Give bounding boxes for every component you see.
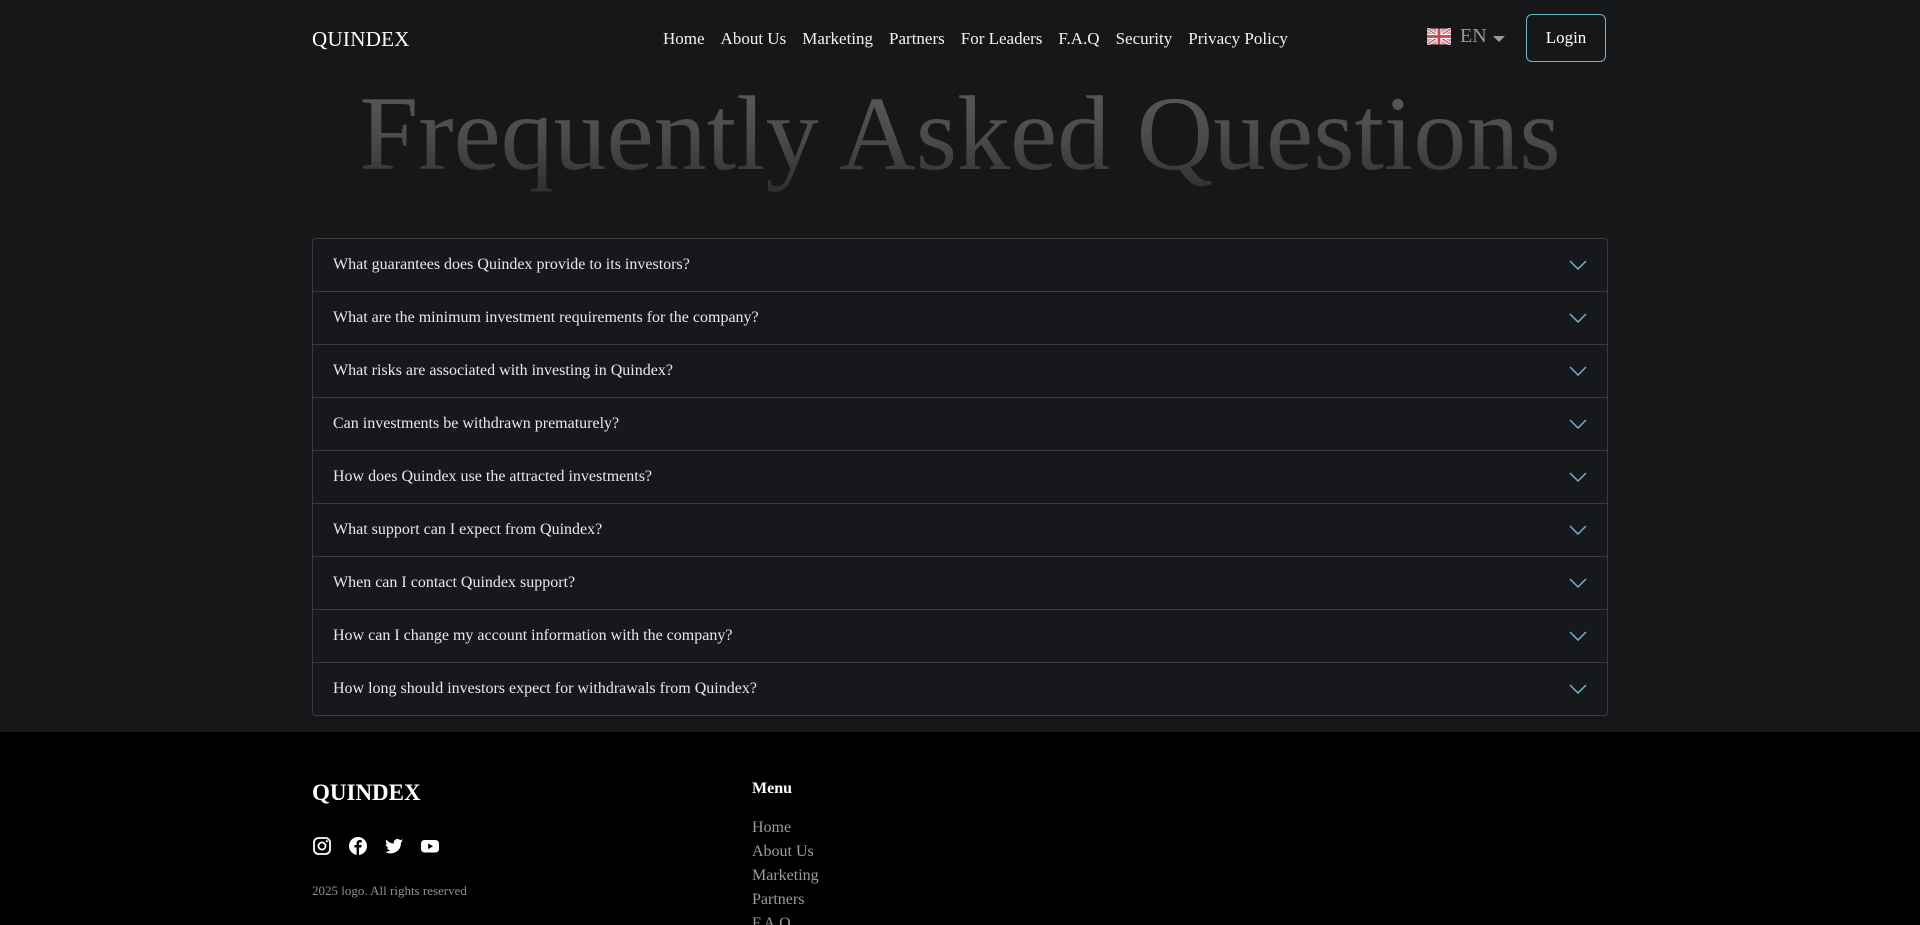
chevron-down-icon: [1569, 684, 1587, 694]
footer-menu-title: Menu: [752, 780, 792, 797]
faq-question: When can I contact Quindex support?: [333, 574, 576, 591]
chevron-down-icon: [1569, 260, 1587, 270]
faq-accordion: What guarantees does Quindex provide to …: [312, 238, 1608, 716]
nav-faq[interactable]: F.A.Q: [1058, 29, 1099, 49]
faq-item[interactable]: How can I change my account information …: [313, 610, 1607, 663]
copyright-text: 2025 logo. All rights reserved: [312, 883, 467, 898]
site-header: QUINDEX Home About Us Marketing Partners…: [0, 0, 1920, 78]
chevron-down-icon: [1569, 631, 1587, 641]
faq-item[interactable]: How long should investors expect for wit…: [313, 663, 1607, 715]
nav-for-leaders[interactable]: For Leaders: [961, 29, 1043, 49]
social-links: [312, 836, 440, 856]
chevron-down-icon: [1569, 366, 1587, 376]
faq-question: What support can I expect from Quindex?: [333, 521, 603, 538]
facebook-icon[interactable]: [348, 836, 368, 856]
footer-link-home[interactable]: Home: [752, 816, 819, 840]
nav-home[interactable]: Home: [663, 29, 705, 49]
faq-item[interactable]: What risks are associated with investing…: [313, 345, 1607, 398]
faq-item[interactable]: When can I contact Quindex support?: [313, 557, 1607, 610]
chevron-down-icon: [1569, 525, 1587, 535]
faq-question: What guarantees does Quindex provide to …: [333, 256, 690, 273]
faq-question: What risks are associated with investing…: [333, 362, 673, 379]
footer-link-marketing[interactable]: Marketing: [752, 864, 819, 888]
footer-logo[interactable]: QUINDEX: [312, 780, 421, 806]
faq-question: Can investments be withdrawn prematurely…: [333, 415, 620, 432]
nav-security[interactable]: Security: [1116, 29, 1173, 49]
faq-item[interactable]: Can investments be withdrawn prematurely…: [313, 398, 1607, 451]
language-label: EN: [1460, 25, 1487, 47]
site-logo[interactable]: QUINDEX: [312, 27, 410, 52]
nav-partners[interactable]: Partners: [889, 29, 945, 49]
page: QUINDEX Home About Us Marketing Partners…: [0, 0, 1920, 925]
footer-link-partners[interactable]: Partners: [752, 888, 819, 912]
footer-menu: Home About Us Marketing Partners F.A.Q: [752, 816, 819, 925]
main-nav: Home About Us Marketing Partners For Lea…: [663, 29, 1304, 49]
language-selector[interactable]: EN: [1427, 25, 1505, 48]
chevron-down-icon: [1569, 578, 1587, 588]
faq-item[interactable]: What guarantees does Quindex provide to …: [313, 239, 1607, 292]
login-button[interactable]: Login: [1526, 14, 1606, 62]
chevron-down-icon: [1569, 472, 1587, 482]
twitter-icon[interactable]: [384, 836, 404, 856]
chevron-down-icon: [1569, 419, 1587, 429]
faq-question: What are the minimum investment requirem…: [333, 309, 759, 326]
nav-about-us[interactable]: About Us: [721, 29, 787, 49]
youtube-icon[interactable]: [420, 836, 440, 856]
faq-item[interactable]: How does Quindex use the attracted inves…: [313, 451, 1607, 504]
faq-question: How long should investors expect for wit…: [333, 680, 757, 697]
faq-question: How does Quindex use the attracted inves…: [333, 468, 653, 485]
uk-flag-icon: [1427, 28, 1451, 45]
site-footer: QUINDEX 2025 logo. All rights reserved M…: [0, 732, 1920, 925]
faq-item[interactable]: What support can I expect from Quindex?: [313, 504, 1607, 557]
faq-question: How can I change my account information …: [333, 627, 733, 644]
footer-link-about-us[interactable]: About Us: [752, 840, 819, 864]
instagram-icon[interactable]: [312, 836, 332, 856]
footer-link-faq[interactable]: F.A.Q: [752, 912, 819, 925]
chevron-down-icon: [1569, 313, 1587, 323]
chevron-down-icon: [1492, 35, 1505, 42]
nav-privacy-policy[interactable]: Privacy Policy: [1188, 29, 1288, 49]
faq-item[interactable]: What are the minimum investment requirem…: [313, 292, 1607, 345]
nav-marketing[interactable]: Marketing: [802, 29, 873, 49]
page-title: Frequently Asked Questions: [0, 72, 1920, 196]
